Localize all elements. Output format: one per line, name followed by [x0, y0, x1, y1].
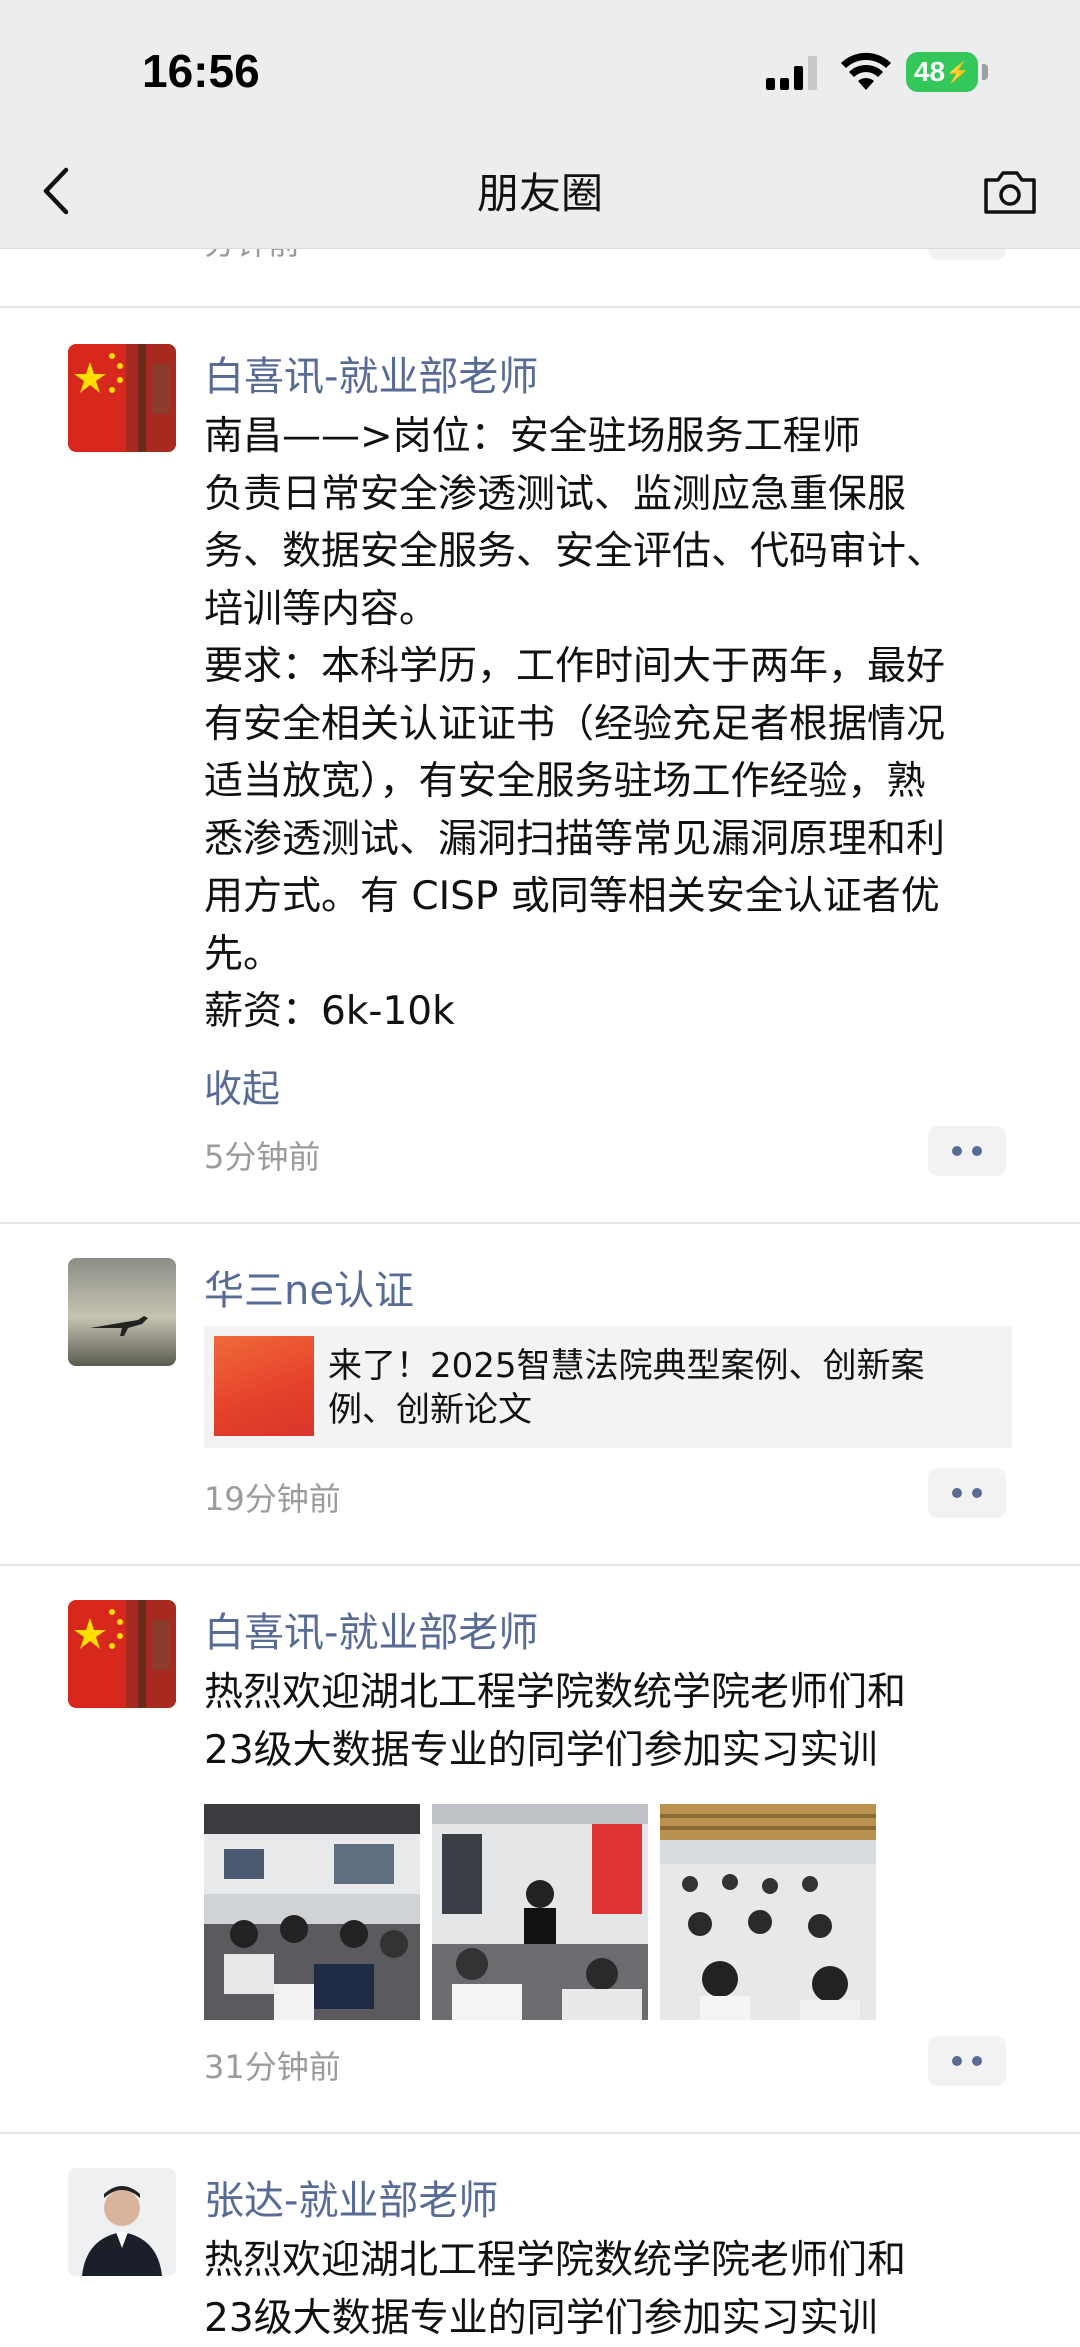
post-text-line: 薪资：6k-10k: [204, 983, 1024, 1041]
post-text-line: 务、数据安全服务、安全评估、代码审计、: [204, 523, 1024, 581]
post-text-line: 23级大数据专业的同学们参加实习实训: [204, 1722, 1024, 1780]
post-text: 南昌——>岗位：安全驻场服务工程师 负责日常安全渗透测试、监测应急重保服 务、数…: [204, 408, 1024, 1041]
post-divider: [0, 2132, 1080, 2134]
post-text-line: 先。: [204, 926, 1024, 984]
more-button[interactable]: [928, 1126, 1006, 1176]
avatar[interactable]: [68, 1258, 176, 1366]
author-name[interactable]: 白喜讯-就业部老师: [204, 344, 538, 402]
page-title: 朋友圈: [0, 160, 1080, 221]
author-name[interactable]: 华三ne认证: [204, 1258, 414, 1316]
post-photo[interactable]: [432, 1804, 648, 2020]
top-bar: 16:56 48⚡ 朋友圈: [0, 0, 1080, 249]
cellular-signal-icon: [766, 56, 822, 92]
post-text-line: 培训等内容。: [204, 581, 1024, 639]
avatar[interactable]: [68, 1600, 176, 1708]
post-time: 31分钟前: [204, 2042, 341, 2088]
post-time: 5分钟前: [204, 1132, 320, 1178]
post-text-line: 悉渗透测试、漏洞扫描等常见漏洞原理和利: [204, 811, 1024, 869]
more-button[interactable]: [928, 2036, 1006, 2086]
author-name[interactable]: 白喜讯-就业部老师: [204, 1600, 538, 1658]
post-text-line: 23级大数据专业的同学们参加实习实训: [204, 2290, 1024, 2347]
post-text-line: 适当放宽），有安全服务驻场工作经验，熟: [204, 753, 1024, 811]
link-title: 来了！2025智慧法院典型案例、创新案例、创新论文: [328, 1344, 968, 1432]
status-time: 16:56: [142, 44, 260, 98]
battery-nub: [982, 64, 988, 80]
post-text: 热烈欢迎湖北工程学院数统学院老师们和 23级大数据专业的同学们参加实习实训: [204, 2232, 1024, 2347]
post-time: 19分钟前: [204, 1474, 341, 1520]
post-divider: [0, 306, 1080, 308]
shared-link-card[interactable]: 来了！2025智慧法院典型案例、创新案例、创新论文: [204, 1326, 1012, 1448]
post-divider: [0, 1564, 1080, 1566]
post-text-line: 负责日常安全渗透测试、监测应急重保服: [204, 466, 1024, 524]
collapse-link[interactable]: 收起: [204, 1058, 280, 1113]
post-text-line: 南昌——>岗位：安全驻场服务工程师: [204, 408, 1024, 466]
more-button[interactable]: [928, 1468, 1006, 1518]
battery-indicator: 48⚡: [906, 52, 978, 92]
post-text: 热烈欢迎湖北工程学院数统学院老师们和 23级大数据专业的同学们参加实习实训: [204, 1664, 1024, 1779]
avatar[interactable]: [68, 344, 176, 452]
post-text-line: 热烈欢迎湖北工程学院数统学院老师们和: [204, 2232, 1024, 2290]
post-text-line: 要求：本科学历，工作时间大于两年，最好: [204, 638, 1024, 696]
post-photo[interactable]: [660, 1804, 876, 2020]
link-thumbnail: [214, 1336, 314, 1436]
avatar[interactable]: [68, 2168, 176, 2276]
post-photo[interactable]: [204, 1804, 420, 2020]
camera-icon[interactable]: [982, 168, 1038, 216]
post-text-line: 用方式。有 CISP 或同等相关安全认证者优: [204, 868, 1024, 926]
post-divider: [0, 1222, 1080, 1224]
post-text-line: 热烈欢迎湖北工程学院数统学院老师们和: [204, 1664, 1024, 1722]
wifi-icon: [840, 50, 892, 92]
author-name[interactable]: 张达-就业部老师: [204, 2168, 498, 2226]
post-text-line: 有安全相关认证证书（经验充足者根据情况: [204, 696, 1024, 754]
